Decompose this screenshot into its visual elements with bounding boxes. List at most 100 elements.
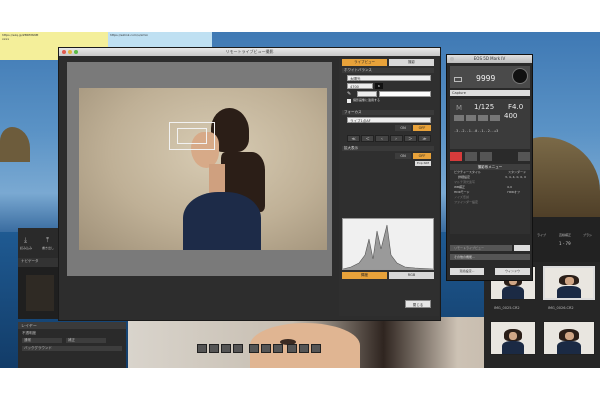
aperture-value[interactable]: F4.0 xyxy=(508,103,523,111)
refresh-icon[interactable] xyxy=(233,344,243,353)
eos-utility-window: EOS 5D Mark IV 9999 Capture M 1/125 F4.0… xyxy=(446,54,533,281)
wb-select[interactable]: 太陽光 xyxy=(347,75,431,81)
fullscreen-icon[interactable] xyxy=(311,344,321,353)
other-functions-button[interactable]: その他の機能... xyxy=(450,254,530,260)
layer-header[interactable]: レイヤー xyxy=(18,322,126,329)
navigator-label: ナビゲータ xyxy=(21,259,39,263)
apply-checkbox[interactable] xyxy=(347,99,351,103)
white-balance-header: ホワイトバランス xyxy=(342,68,434,73)
eos-titlebar[interactable]: EOS 5D Mark IV xyxy=(447,55,532,63)
settings-tab-icon[interactable] xyxy=(518,152,530,161)
focus-near-small-button[interactable]: ‹ xyxy=(375,135,389,142)
shooting-menu: 撮影系メニュー ピクチャースタイル スタンダード 詳細設定 3, 4, 4, 0… xyxy=(450,164,530,234)
exposure-scale: -3..2..1..0..1..2..+3 xyxy=(454,129,499,133)
zoom-header: 拡大表示 xyxy=(342,146,434,151)
menu-label: 詳細設定 xyxy=(458,175,471,179)
brightness-button[interactable]: 輝度 xyxy=(342,272,387,279)
lightning-tab-icon[interactable] xyxy=(465,152,477,161)
photo-thumbnail-selected[interactable] xyxy=(543,266,595,300)
focus-far-far-button[interactable]: ≫ xyxy=(417,135,432,142)
sticky-note-line: https://ezlink.com/u/xmin xyxy=(110,33,149,37)
af-frame-inner xyxy=(177,128,207,144)
focus-far-small-button[interactable]: › xyxy=(389,135,403,142)
capture-select[interactable]: Capture xyxy=(450,90,530,96)
focus-mode-select[interactable]: ライブ1点AF xyxy=(347,117,431,123)
shooting-mode[interactable]: M xyxy=(456,104,462,112)
rgb-button[interactable]: RGB xyxy=(389,272,434,279)
eyedropper-icon[interactable]: ✎ xyxy=(347,91,355,97)
live-view-image[interactable] xyxy=(79,88,327,250)
af-off-button[interactable]: OFF xyxy=(413,125,431,131)
grid-icon[interactable] xyxy=(197,344,207,353)
people-tab-icon[interactable] xyxy=(480,152,492,161)
wb-shift-field[interactable] xyxy=(379,91,431,97)
focus-far-button[interactable]: ＞ xyxy=(403,135,417,142)
tab-live-view[interactable]: ライブビュー xyxy=(342,59,387,66)
photo-thumbnail[interactable] xyxy=(543,321,595,355)
zoom-off-button[interactable]: OFF xyxy=(413,153,431,159)
rotate-left-icon[interactable] xyxy=(209,344,219,353)
af-on-button[interactable]: ON xyxy=(395,125,411,131)
quality-icon[interactable] xyxy=(490,115,500,121)
navigator-thumb xyxy=(26,275,54,311)
layer-background[interactable]: バックグラウンド xyxy=(22,346,122,351)
remote-live-view-button[interactable]: リモートライブビュー xyxy=(450,245,512,251)
focus-header: フォーカス xyxy=(342,110,434,115)
camera-status-top: 9999 xyxy=(450,66,530,88)
camera-tab-icon[interactable] xyxy=(450,152,462,161)
window-button[interactable]: ウィンドウ xyxy=(495,268,530,275)
photo-thumbnail[interactable] xyxy=(490,321,536,355)
focus-near-far-button[interactable]: ≪ xyxy=(347,135,361,142)
menu-label: WB補正 xyxy=(454,185,466,189)
af-mode-icon[interactable] xyxy=(466,115,476,121)
compare-icon[interactable] xyxy=(273,344,283,353)
menu-label: HDRモード xyxy=(454,190,470,194)
live-view-toggle[interactable] xyxy=(514,245,530,251)
preferences-button[interactable]: 環境設定... xyxy=(450,268,484,275)
menu-value: HDRオフ xyxy=(507,190,520,194)
upload-icon[interactable]: ⤒ xyxy=(46,236,49,245)
close-button[interactable]: 閉じる xyxy=(405,300,431,308)
sticky-note-line: xxxx xyxy=(2,37,10,41)
shutter-dial-icon[interactable] xyxy=(512,68,528,84)
import-label[interactable]: 読み込み xyxy=(20,246,32,250)
eos-mode-tabs xyxy=(450,152,530,161)
right-tool-label: ブラシ xyxy=(583,233,592,237)
focus-nudge-buttons: ≪ ＜ ‹ › ＞ ≫ xyxy=(347,135,432,142)
remote-live-view-window: リモートライブビュー撮影 ライブビュー 撮影 ホワイトバランス 太陽光 4700… xyxy=(58,47,441,353)
wb-shift-select[interactable] xyxy=(357,91,377,97)
photo-count: 1 - 79 xyxy=(559,241,571,246)
download-icon[interactable]: ⤓ xyxy=(24,236,27,245)
export-label[interactable]: 書き出し xyxy=(42,246,54,250)
blend-mode-select[interactable]: 通常 xyxy=(22,338,62,343)
menu-item-finder[interactable]: ファインダー設定 xyxy=(450,200,530,205)
screen-recording: https://ezq.jp/ZBRMSNM xxxx https://ezli… xyxy=(0,32,600,368)
menu-value: 3, 4, 4, 0, 0, 0 xyxy=(505,175,526,179)
overlay-icon[interactable] xyxy=(249,344,259,353)
aspect-icon[interactable] xyxy=(261,344,271,353)
apply-checkbox-label: 撮影画像に適用する xyxy=(353,98,381,102)
iso-value[interactable]: 400 xyxy=(504,112,517,120)
tab-setting[interactable]: 撮影 xyxy=(389,59,434,66)
close-icon[interactable] xyxy=(62,50,66,54)
kelvin-field[interactable]: 4700 xyxy=(347,83,373,89)
exp-sim-badge: Exp.SIM xyxy=(415,161,431,166)
window-titlebar[interactable]: リモートライブビュー撮影 xyxy=(59,48,440,56)
navigator-header[interactable]: ナビゲータ xyxy=(18,258,60,267)
focus-near-button[interactable]: ＜ xyxy=(361,135,375,142)
exposure-settings: M 1/125 F4.0 400 -3..2..1..0..1..2..+3 xyxy=(450,99,530,149)
shutter-speed[interactable]: 1/125 xyxy=(474,103,494,111)
histogram xyxy=(342,218,434,270)
drive-mode-icon[interactable] xyxy=(478,115,488,121)
right-tool-label: 直線補正 xyxy=(559,233,572,237)
close-icon[interactable] xyxy=(450,57,454,61)
minimize-icon[interactable] xyxy=(68,50,72,54)
camera-icon[interactable] xyxy=(299,344,309,353)
correction-select[interactable]: 補正 xyxy=(66,338,106,343)
zoom-icon[interactable] xyxy=(74,50,78,54)
zoom-on-button[interactable]: ON xyxy=(395,153,411,159)
zoom-in-icon[interactable] xyxy=(287,344,297,353)
navigator-preview xyxy=(18,267,60,319)
rotate-right-icon[interactable] xyxy=(221,344,231,353)
metering-icon[interactable] xyxy=(454,115,464,121)
